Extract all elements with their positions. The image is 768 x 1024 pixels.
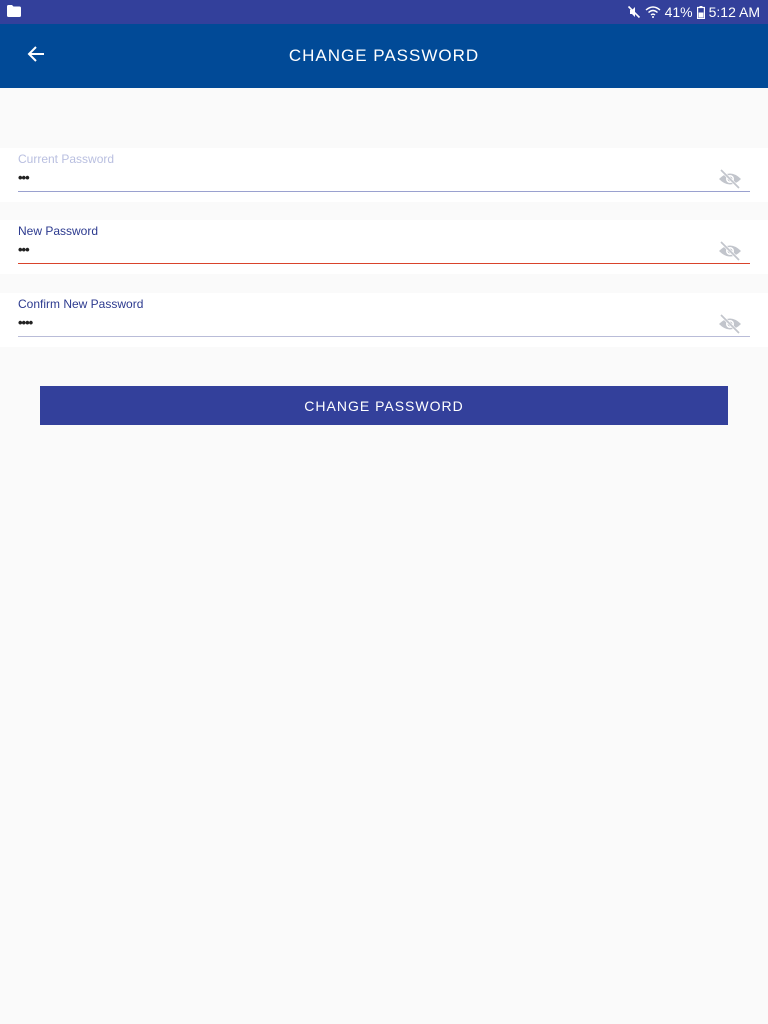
current-password-visibility-toggle[interactable] bbox=[717, 168, 743, 194]
folder-icon bbox=[7, 4, 21, 20]
status-bar: 41% 5:12 AM bbox=[0, 0, 768, 24]
new-password-visibility-toggle[interactable] bbox=[717, 240, 743, 266]
status-time: 5:12 AM bbox=[708, 4, 760, 20]
current-password-underline bbox=[18, 191, 750, 192]
battery-icon bbox=[696, 5, 705, 19]
confirm-password-underline bbox=[18, 336, 750, 337]
confirm-password-visibility-toggle[interactable] bbox=[717, 313, 743, 339]
new-password-underline bbox=[18, 263, 750, 264]
eye-off-icon bbox=[718, 240, 742, 266]
current-password-input[interactable]: ••• bbox=[18, 170, 30, 185]
confirm-password-input[interactable]: •••• bbox=[18, 315, 33, 330]
arrow-left-icon bbox=[27, 45, 45, 67]
new-password-input[interactable]: ••• bbox=[18, 242, 30, 257]
eye-off-icon bbox=[718, 313, 742, 339]
current-password-label: Current Password bbox=[18, 152, 115, 166]
back-button[interactable] bbox=[20, 40, 52, 72]
status-right: 41% 5:12 AM bbox=[627, 4, 760, 20]
confirm-password-field[interactable]: Confirm New Password •••• bbox=[0, 293, 768, 347]
wifi-icon bbox=[645, 6, 661, 18]
app-bar: CHANGE PASSWORD bbox=[0, 24, 768, 88]
mute-icon bbox=[627, 5, 641, 19]
status-left bbox=[7, 4, 21, 20]
change-password-button[interactable]: CHANGE PASSWORD bbox=[40, 386, 728, 425]
page-title: CHANGE PASSWORD bbox=[288, 46, 480, 65]
current-password-field[interactable]: Current Password ••• bbox=[0, 148, 768, 202]
new-password-field[interactable]: New Password ••• bbox=[0, 220, 768, 274]
eye-off-icon bbox=[718, 168, 742, 194]
confirm-password-label: Confirm New Password bbox=[18, 297, 144, 311]
battery-percent: 41% bbox=[664, 4, 693, 20]
new-password-label: New Password bbox=[18, 224, 99, 238]
